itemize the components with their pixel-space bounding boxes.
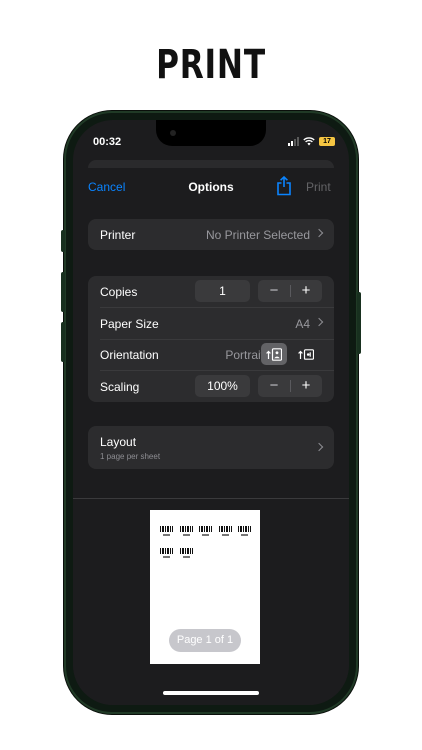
copies-row: Copies 1 − + xyxy=(88,276,334,307)
share-icon[interactable] xyxy=(276,176,292,196)
scaling-stepper: − + xyxy=(258,375,322,397)
barcode-thumbnail xyxy=(179,548,193,558)
print-settings-group: Copies 1 − + Paper Size A4 Orientation P… xyxy=(88,276,334,402)
notch xyxy=(156,120,266,146)
scaling-label: Scaling xyxy=(100,380,140,394)
copies-increment-button[interactable]: + xyxy=(290,280,322,302)
preview-page[interactable]: Page 1 of 1 xyxy=(150,510,260,664)
phone-screen: 00:32 17 Cancel Options Print Printer No… xyxy=(73,120,349,705)
navigation-bar: Cancel Options Print xyxy=(73,172,349,202)
paper-size-label: Paper Size xyxy=(100,317,159,331)
layout-group: Layout 1 page per sheet xyxy=(88,426,334,469)
printer-group: Printer No Printer Selected xyxy=(88,219,334,250)
chevron-right-icon xyxy=(314,442,324,452)
print-button[interactable]: Print xyxy=(306,180,331,194)
printer-label: Printer xyxy=(100,228,136,242)
status-icons: 17 xyxy=(288,137,335,146)
orientation-row: Orientation Portrait xyxy=(88,339,334,370)
copies-stepper: − + xyxy=(258,280,322,302)
chevron-right-icon xyxy=(314,317,324,327)
battery-icon: 17 xyxy=(319,137,335,146)
layout-subtitle: 1 page per sheet xyxy=(100,452,161,461)
barcode-thumbnail xyxy=(199,526,212,536)
page-indicator: Page 1 of 1 xyxy=(169,629,241,652)
scaling-increment-button[interactable]: + xyxy=(290,375,322,397)
barcode-thumbnail xyxy=(179,526,193,536)
volume-down-button xyxy=(61,322,65,362)
barcode-thumbnail xyxy=(218,526,232,536)
printer-row[interactable]: Printer No Printer Selected xyxy=(88,219,334,250)
landscape-icon xyxy=(298,349,314,360)
copies-decrement-button[interactable]: − xyxy=(258,280,290,302)
scaling-field[interactable]: 100% xyxy=(195,375,250,397)
paper-size-value: A4 xyxy=(295,317,310,331)
barcode-thumbnail xyxy=(238,526,251,536)
layout-label: Layout xyxy=(100,435,137,449)
chevron-right-icon xyxy=(314,228,324,238)
volume-up-button xyxy=(61,272,65,312)
scaling-row: Scaling 100% − + xyxy=(88,371,334,402)
printer-value: No Printer Selected xyxy=(205,228,310,242)
paper-size-row[interactable]: Paper Size A4 xyxy=(88,308,334,339)
home-indicator[interactable] xyxy=(163,691,259,695)
wifi-icon xyxy=(303,137,315,146)
signal-icon xyxy=(288,137,299,146)
landscape-orientation-button[interactable] xyxy=(293,343,319,365)
orientation-value: Portrait xyxy=(225,348,264,362)
status-time: 00:32 xyxy=(93,136,122,148)
barcode-thumbnail xyxy=(160,526,173,536)
power-button xyxy=(357,292,361,354)
page-headline: PRINT xyxy=(156,42,266,88)
barcode-thumbnail xyxy=(160,548,173,558)
scaling-decrement-button[interactable]: − xyxy=(258,375,290,397)
portrait-orientation-button[interactable] xyxy=(261,343,287,365)
mute-switch xyxy=(61,230,65,252)
layout-row[interactable]: Layout 1 page per sheet xyxy=(88,426,334,469)
orientation-label: Orientation xyxy=(100,348,159,362)
copies-label: Copies xyxy=(100,285,138,299)
sheet-background-tab xyxy=(88,160,334,168)
portrait-icon xyxy=(266,348,282,361)
copies-field[interactable]: 1 xyxy=(195,280,250,302)
